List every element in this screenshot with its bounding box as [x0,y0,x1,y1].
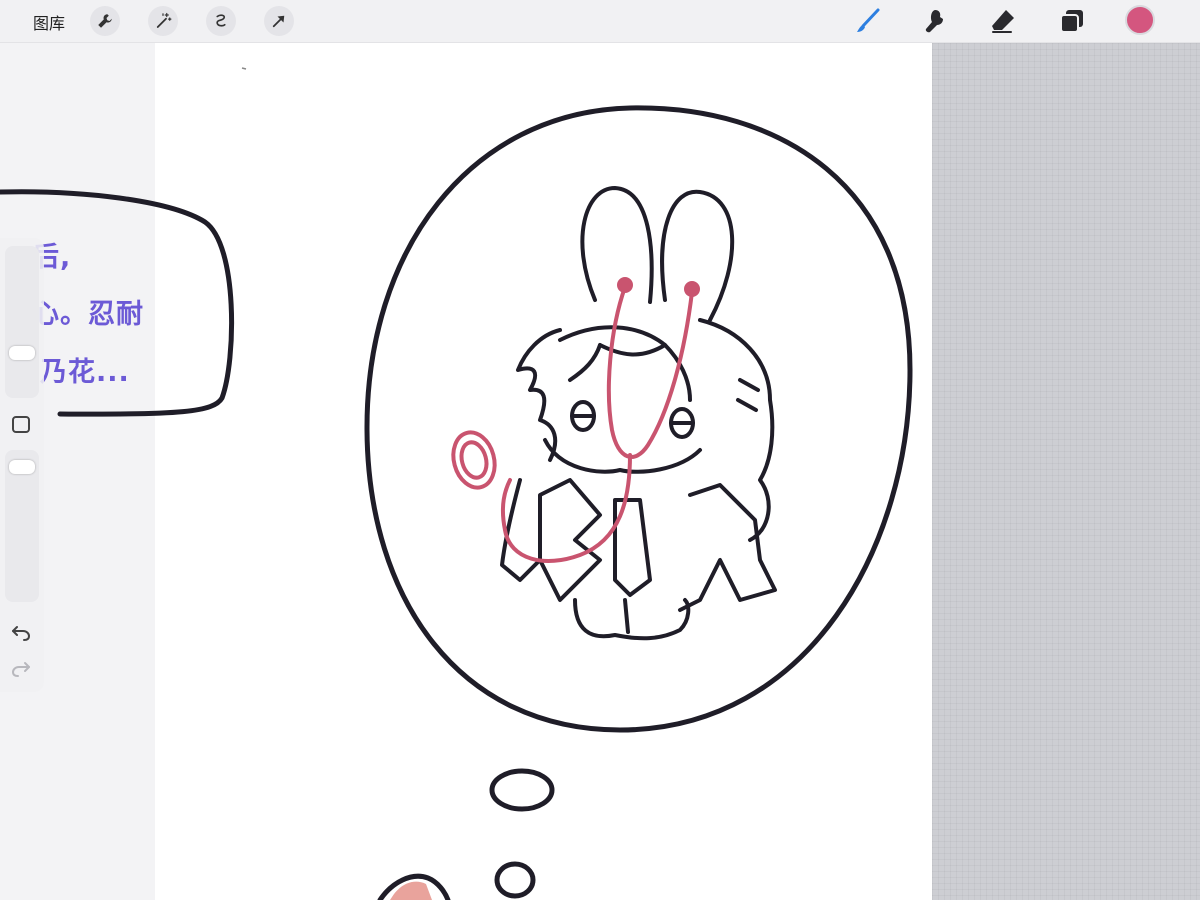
brush-sidebar [0,238,44,692]
brush-icon [857,8,880,32]
top-toolbar: 图库 [0,0,1200,43]
smudge-icon [925,10,943,33]
color-picker-button[interactable] [1125,5,1155,35]
eraser-icon [992,10,1014,33]
gallery-button[interactable]: 图库 [33,10,65,34]
eraser-button[interactable] [987,5,1019,37]
layers-icon [1060,10,1083,33]
selection-icon [216,14,226,27]
modify-button[interactable] [12,416,30,433]
speech-bubble-line-2: 心。忍耐 [32,299,144,330]
drawing-canvas[interactable] [155,43,932,900]
smudge-button[interactable] [919,5,951,37]
speech-bubble-line-3: 乃花... [40,357,130,388]
magic-wand-icon [156,12,172,28]
layers-button[interactable] [1056,5,1088,37]
redo-icon[interactable] [10,658,32,680]
adjustments-button[interactable] [148,6,178,36]
undo-icon[interactable] [10,622,32,644]
transform-arrow-icon [272,15,285,28]
brush-button[interactable] [852,5,884,37]
brush-size-slider[interactable] [5,246,39,398]
opacity-thumb[interactable] [9,460,35,474]
brush-size-thumb[interactable] [9,346,35,360]
wrench-icon [98,14,112,28]
workspace-right-area [932,43,1200,900]
selection-button[interactable] [206,6,236,36]
actions-button[interactable] [90,6,120,36]
transform-button[interactable] [264,6,294,36]
